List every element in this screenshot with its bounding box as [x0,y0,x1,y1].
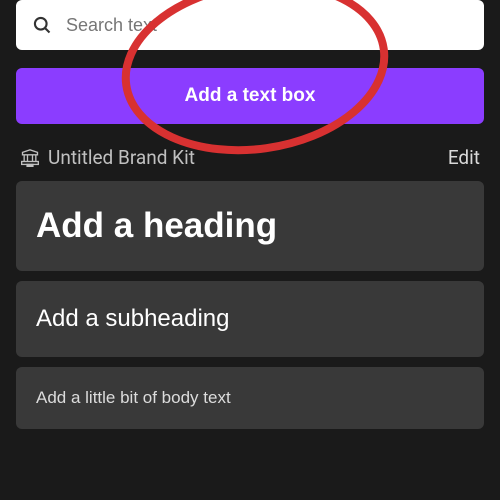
brand-kit-row: Untitled Brand Kit Edit [16,146,484,169]
search-input[interactable] [66,15,468,36]
brand-kit-label: Untitled Brand Kit [48,146,195,169]
add-subheading-button[interactable]: Add a subheading [16,281,484,357]
search-icon [32,15,52,35]
brand-kit-icon [20,149,40,167]
add-text-box-button[interactable]: Add a text box [16,68,484,124]
search-container[interactable] [16,0,484,50]
add-heading-button[interactable]: Add a heading [16,181,484,271]
brand-kit-left: Untitled Brand Kit [20,146,195,169]
add-body-text-button[interactable]: Add a little bit of body text [16,367,484,429]
edit-link[interactable]: Edit [448,146,480,169]
